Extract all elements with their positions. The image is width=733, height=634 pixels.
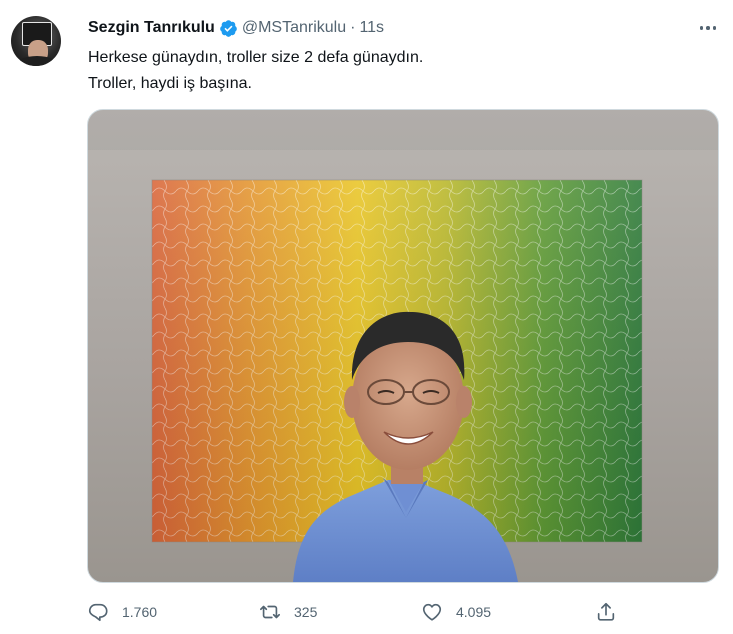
tweet-text: Herkese günaydın, troller size 2 defa gü… [88, 45, 708, 97]
tweet-header: Sezgin Tanrıkulu @MSTanrikulu · 11s [88, 17, 384, 39]
separator-dot: · [350, 19, 356, 36]
heart-icon [422, 603, 442, 621]
tweet-actions: 1.760 325 4.095 [0, 592, 733, 632]
author-name[interactable]: Sezgin Tanrıkulu [88, 19, 215, 37]
tweet-photo[interactable] [87, 109, 719, 583]
like-button[interactable]: 4.095 [421, 592, 491, 632]
like-count: 4.095 [456, 604, 492, 620]
avatar-shoulders [15, 56, 59, 66]
retweet-count: 325 [294, 604, 318, 620]
retweet-button[interactable]: 325 [259, 592, 317, 632]
more-options-icon[interactable] [696, 18, 720, 38]
share-icon [597, 602, 615, 621]
reply-icon [88, 603, 108, 622]
reply-button[interactable]: 1.760 [87, 592, 157, 632]
tweet-text-line-1: Herkese günaydın, troller size 2 defa gü… [88, 49, 424, 66]
author-avatar[interactable] [11, 16, 61, 66]
tweet-timestamp[interactable]: 11s [359, 19, 384, 37]
share-button[interactable] [595, 592, 617, 632]
tweet-card[interactable]: Sezgin Tanrıkulu @MSTanrikulu · 11s Herk… [0, 0, 733, 634]
verified-badge-icon [219, 19, 238, 38]
photo-illustration [88, 110, 718, 582]
tweet-text-line-2: Troller, haydi iş başına. [88, 75, 252, 92]
reply-count: 1.760 [122, 604, 158, 620]
author-handle[interactable]: @MSTanrikulu [242, 19, 346, 37]
retweet-icon [260, 605, 280, 619]
